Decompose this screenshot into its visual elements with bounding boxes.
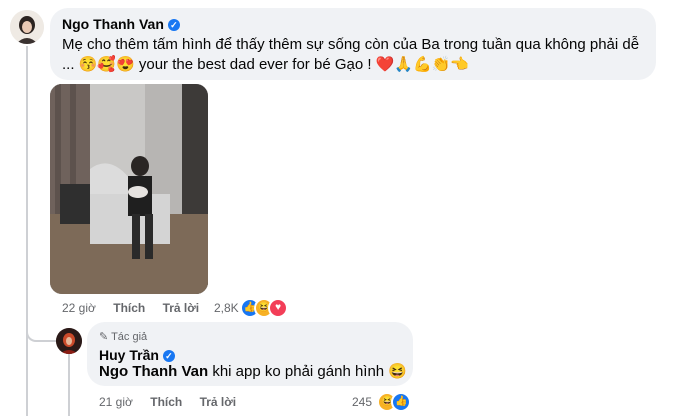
- comment-author[interactable]: Ngo Thanh Van ✓: [62, 16, 180, 32]
- like-button[interactable]: Thích: [150, 395, 182, 409]
- comment-meta: 22 giờ Thích Trả lời: [62, 301, 199, 315]
- verified-badge-icon: ✓: [167, 19, 180, 31]
- avatar[interactable]: [10, 10, 44, 44]
- attached-photo[interactable]: [50, 84, 208, 294]
- hospital-room-photo: [50, 84, 208, 294]
- reply-meta: 21 giờ Thích Trả lời: [99, 395, 236, 409]
- avatar-portrait-icon: [56, 328, 82, 354]
- emoji: 😆: [388, 363, 407, 380]
- comment-text-line2: ... 😚🥰😍 your the best dad ever for bé Gạ…: [62, 56, 470, 73]
- emoji-group: 😚🥰😍: [78, 56, 135, 73]
- reply-author[interactable]: Huy Trần ✓: [99, 347, 175, 363]
- emoji-group: ❤️🙏💪👏👈: [375, 56, 470, 73]
- thread-branch: [26, 320, 58, 342]
- verified-badge-icon: ✓: [162, 350, 175, 362]
- author-badge: ✎ Tác giả: [99, 331, 148, 343]
- reaction-summary[interactable]: 245 😆 👍: [352, 392, 412, 412]
- reaction-count: 2,8K: [214, 301, 239, 315]
- comment-bubble: Ngo Thanh Van ✓ Mẹ cho thêm tấm hình để t…: [50, 8, 656, 80]
- comment-time[interactable]: 22 giờ: [62, 301, 96, 315]
- thread-line: [26, 46, 28, 416]
- reaction-count: 245: [352, 395, 373, 409]
- avatar[interactable]: [56, 328, 82, 354]
- like-reaction-icon: 👍: [391, 392, 412, 412]
- pencil-icon: ✎: [99, 331, 109, 343]
- comment-text-line1: Mẹ cho thêm tấm hình để thấy thêm sự sốn…: [62, 36, 640, 53]
- avatar-portrait-icon: [10, 10, 44, 44]
- reply-button[interactable]: Trả lời: [163, 301, 200, 315]
- reply-button[interactable]: Trả lời: [200, 395, 237, 409]
- reply-text: Ngo Thanh Van khi app ko phải gánh hình …: [99, 363, 407, 380]
- reply-bubble: ✎ Tác giả Huy Trần ✓ Ngo Thanh Van khi ap…: [87, 322, 413, 386]
- comment-text: Mẹ cho thêm tấm hình để thấy thêm sự sốn…: [62, 35, 652, 75]
- love-reaction-icon: ♥: [268, 298, 289, 318]
- thread-line-reply: [68, 352, 70, 416]
- reply-time[interactable]: 21 giờ: [99, 395, 133, 409]
- like-button[interactable]: Thích: [113, 301, 145, 315]
- mention-link[interactable]: Ngo Thanh Van: [99, 363, 208, 380]
- reaction-summary[interactable]: 2,8K 👍 😆 ♥: [214, 298, 289, 318]
